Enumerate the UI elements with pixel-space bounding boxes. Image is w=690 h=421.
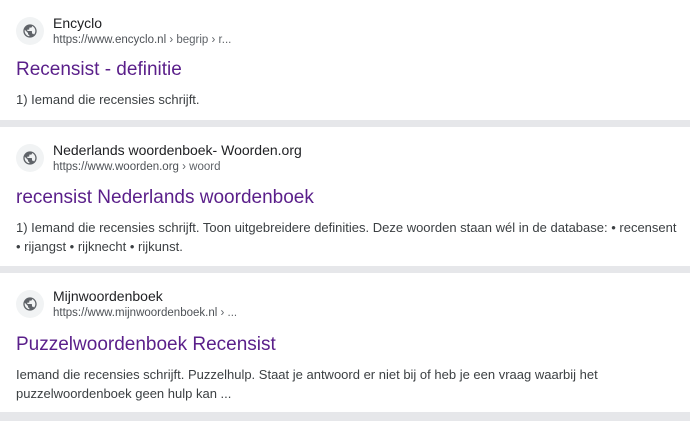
site-url: https://www.mijnwoordenboek.nl › ... xyxy=(53,305,237,321)
site-url: https://www.woorden.org › woord xyxy=(53,159,302,175)
site-url: https://www.encyclo.nl › begrip › r... xyxy=(53,32,231,48)
search-result-card: Encyclo https://www.encyclo.nl › begrip … xyxy=(0,0,690,120)
url-breadcrumbs: › woord xyxy=(178,161,221,173)
result-title-link[interactable]: Recensist - definitie xyxy=(16,58,182,82)
globe-icon xyxy=(16,17,44,45)
site-name: Nederlands woordenboek- Woorden.org xyxy=(53,142,302,158)
result-source[interactable]: Mijnwoordenboek https://www.mijnwoordenb… xyxy=(16,287,237,321)
search-result-card: Mijnwoordenboek https://www.mijnwoordenb… xyxy=(0,273,690,412)
url-breadcrumbs: › ... xyxy=(217,307,238,319)
result-title-link[interactable]: recensist Nederlands woordenboek xyxy=(16,186,314,210)
result-title-link[interactable]: Puzzelwoordenboek Recensist xyxy=(16,333,276,357)
url-base: https://www.woorden.org xyxy=(53,161,179,173)
url-breadcrumbs: › begrip › r... xyxy=(166,34,232,46)
result-snippet: Iemand die recensies schrijft. Puzzelhul… xyxy=(16,367,598,401)
search-results-list: Encyclo https://www.encyclo.nl › begrip … xyxy=(0,0,690,421)
result-source[interactable]: Encyclo https://www.encyclo.nl › begrip … xyxy=(16,14,231,48)
url-base: https://www.encyclo.nl xyxy=(53,34,167,46)
result-snippet: 1) Iemand die recensies schrijft. xyxy=(16,92,200,107)
url-base: https://www.mijnwoordenboek.nl xyxy=(53,307,218,319)
result-snippet: 1) Iemand die recensies schrijft. Toon u… xyxy=(16,220,677,254)
result-source[interactable]: Nederlands woordenboek- Woorden.org http… xyxy=(16,141,302,175)
site-name: Encyclo xyxy=(53,15,103,31)
search-result-card: Nederlands woordenboek- Woorden.org http… xyxy=(0,127,690,266)
site-name: Mijnwoordenboek xyxy=(53,288,163,304)
globe-icon xyxy=(16,290,44,318)
globe-icon xyxy=(16,144,44,172)
